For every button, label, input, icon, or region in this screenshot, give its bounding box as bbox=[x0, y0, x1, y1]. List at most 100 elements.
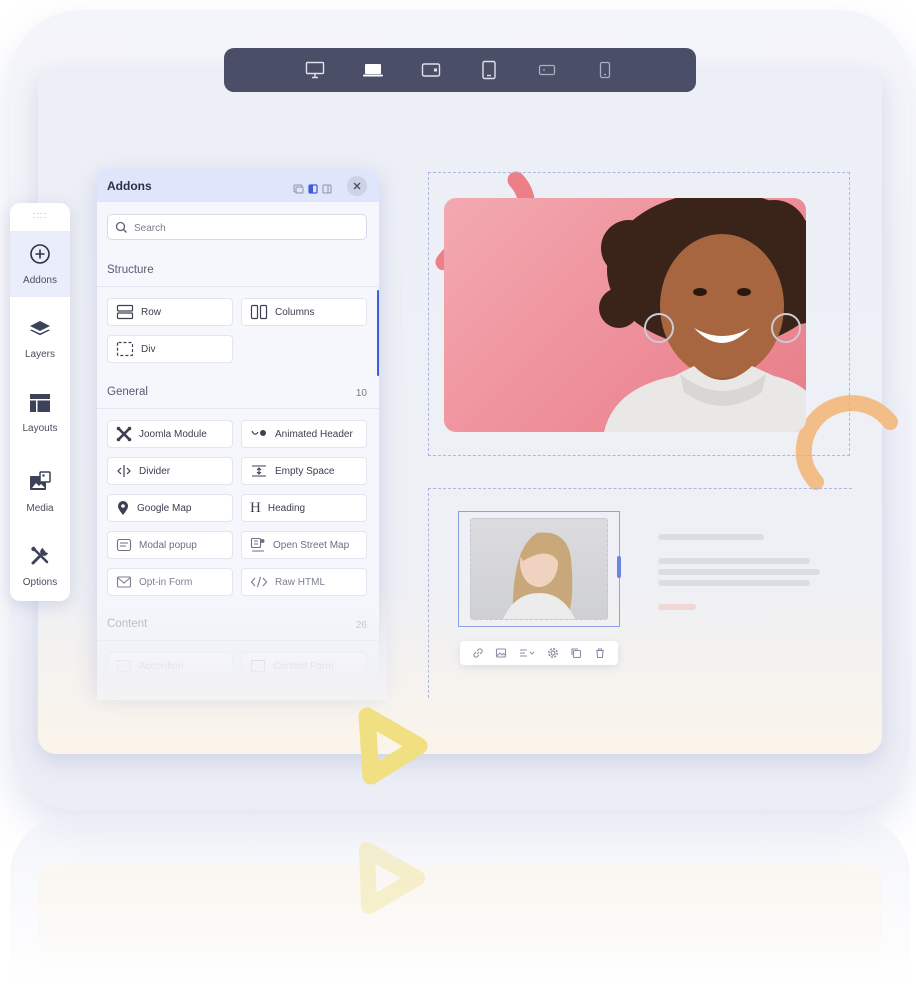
section-count-content: 26 bbox=[355, 620, 367, 631]
contact-form-icon bbox=[250, 659, 266, 673]
divider bbox=[97, 640, 379, 641]
columns-icon bbox=[250, 304, 268, 320]
trash-icon[interactable] bbox=[594, 647, 606, 659]
media-icon bbox=[10, 471, 70, 498]
addon-label: Empty Space bbox=[275, 465, 335, 477]
element-toolbar bbox=[460, 641, 618, 665]
addon-label: Opt-in Form bbox=[139, 576, 193, 588]
addon-contact-form[interactable]: Contact Form bbox=[241, 652, 367, 680]
layouts-icon bbox=[10, 393, 70, 418]
drag-grip-icon[interactable]: ∷∷ bbox=[10, 211, 70, 222]
mobile-icon[interactable] bbox=[594, 59, 616, 81]
addon-raw-html[interactable]: Raw HTML bbox=[241, 568, 367, 596]
left-toolbar: ∷∷ Addons Layers Layouts Media Options bbox=[10, 203, 70, 601]
addon-div[interactable]: Div bbox=[107, 335, 233, 363]
dock-right-icon[interactable] bbox=[322, 181, 332, 199]
divider bbox=[97, 408, 379, 409]
thumbnail-image[interactable] bbox=[470, 518, 608, 620]
div-icon bbox=[116, 341, 134, 357]
blonde-woman-portrait-image bbox=[503, 532, 575, 619]
text-placeholder-line bbox=[658, 569, 820, 575]
addon-google-map[interactable]: Google Map bbox=[107, 494, 233, 522]
addon-label: Contact Form bbox=[273, 660, 334, 672]
addon-divider[interactable]: Divider bbox=[107, 457, 233, 485]
addon-accordion[interactable]: Accordion bbox=[107, 652, 233, 680]
toolbar-label: Media bbox=[26, 503, 54, 514]
link-icon[interactable] bbox=[472, 647, 484, 659]
addon-label: Divider bbox=[139, 465, 171, 477]
row-icon bbox=[116, 304, 134, 320]
close-button[interactable] bbox=[347, 176, 367, 196]
tablet-icon[interactable] bbox=[478, 59, 500, 81]
align-icon[interactable] bbox=[519, 647, 535, 659]
heading-icon: H bbox=[250, 499, 261, 516]
addon-label: Row bbox=[141, 306, 162, 318]
addon-row[interactable]: Row bbox=[107, 298, 233, 326]
dock-panel-icon[interactable] bbox=[308, 181, 318, 199]
accordion-icon bbox=[116, 659, 132, 673]
panel-header: Addons bbox=[97, 170, 379, 202]
toolbar-label: Options bbox=[22, 577, 58, 588]
section-title-general: General bbox=[107, 386, 148, 398]
divider bbox=[97, 286, 379, 287]
animated-header-icon bbox=[251, 430, 266, 436]
addon-label: Heading bbox=[267, 502, 306, 514]
tablet-landscape-icon[interactable] bbox=[420, 59, 442, 81]
addon-label: Animated Header bbox=[275, 428, 353, 440]
gear-icon[interactable] bbox=[547, 647, 559, 659]
addon-joomla-module[interactable]: Joomla Module bbox=[107, 420, 233, 448]
code-icon bbox=[250, 576, 268, 588]
toolbar-item-layers[interactable]: Layers bbox=[10, 319, 70, 360]
toolbar-item-addons[interactable]: Addons bbox=[10, 231, 70, 297]
map-pin-icon bbox=[118, 501, 128, 515]
resize-handle[interactable] bbox=[617, 556, 621, 578]
addon-label: Modal popup bbox=[139, 539, 197, 551]
tools-icon bbox=[10, 545, 70, 572]
panel-title: Addons bbox=[107, 179, 152, 193]
divider-icon bbox=[117, 465, 131, 477]
hero-image[interactable] bbox=[444, 198, 806, 432]
panel-scrollbar[interactable] bbox=[377, 290, 379, 376]
addon-open-street-map[interactable]: Open Street Map bbox=[241, 531, 367, 559]
street-map-icon bbox=[250, 537, 265, 552]
addons-panel: Addons Structure Row Columns Div General… bbox=[97, 170, 379, 690]
desktop-icon[interactable] bbox=[304, 59, 326, 81]
mobile-landscape-icon[interactable] bbox=[536, 59, 558, 81]
text-placeholder-heading bbox=[658, 534, 764, 540]
envelope-icon bbox=[116, 576, 132, 588]
laptop-icon[interactable] bbox=[362, 59, 384, 81]
addon-label: Open Street Map bbox=[273, 539, 350, 551]
addon-opt-in-form[interactable]: Opt-in Form bbox=[107, 568, 233, 596]
plus-circle-icon bbox=[10, 231, 70, 270]
addon-modal-popup[interactable]: Modal popup bbox=[107, 531, 233, 559]
section-title-structure: Structure bbox=[107, 264, 154, 276]
addon-label: Columns bbox=[275, 306, 315, 318]
addon-empty-space[interactable]: Empty Space bbox=[241, 457, 367, 485]
addon-label: Div bbox=[141, 343, 156, 355]
dock-left-icon[interactable] bbox=[293, 181, 304, 199]
device-bar bbox=[224, 48, 696, 92]
search-input[interactable] bbox=[132, 215, 356, 241]
image-icon[interactable] bbox=[495, 647, 507, 659]
text-placeholder-line bbox=[658, 580, 810, 586]
layers-icon bbox=[10, 319, 70, 344]
section-title-content: Content bbox=[107, 618, 148, 630]
joomla-icon bbox=[116, 426, 132, 442]
duplicate-icon[interactable] bbox=[570, 647, 582, 659]
toolbar-label: Layers bbox=[24, 349, 55, 360]
toolbar-label: Addons bbox=[23, 275, 57, 286]
text-placeholder-line bbox=[658, 558, 810, 564]
addon-heading[interactable]: H Heading bbox=[241, 494, 367, 522]
addon-label: Raw HTML bbox=[275, 576, 326, 588]
addon-columns[interactable]: Columns bbox=[241, 298, 367, 326]
search-field[interactable] bbox=[107, 214, 367, 241]
addon-animated-header[interactable]: Animated Header bbox=[241, 420, 367, 448]
toolbar-item-options[interactable]: Options bbox=[10, 545, 70, 588]
toolbar-item-layouts[interactable]: Layouts bbox=[10, 393, 70, 434]
addon-label: Joomla Module bbox=[139, 428, 207, 440]
toolbar-label: Layouts bbox=[22, 423, 58, 434]
yellow-triangle-shape bbox=[358, 707, 428, 785]
triangle-reflection-shape bbox=[359, 842, 425, 914]
woman-portrait-image bbox=[599, 198, 806, 432]
toolbar-item-media[interactable]: Media bbox=[10, 471, 70, 514]
